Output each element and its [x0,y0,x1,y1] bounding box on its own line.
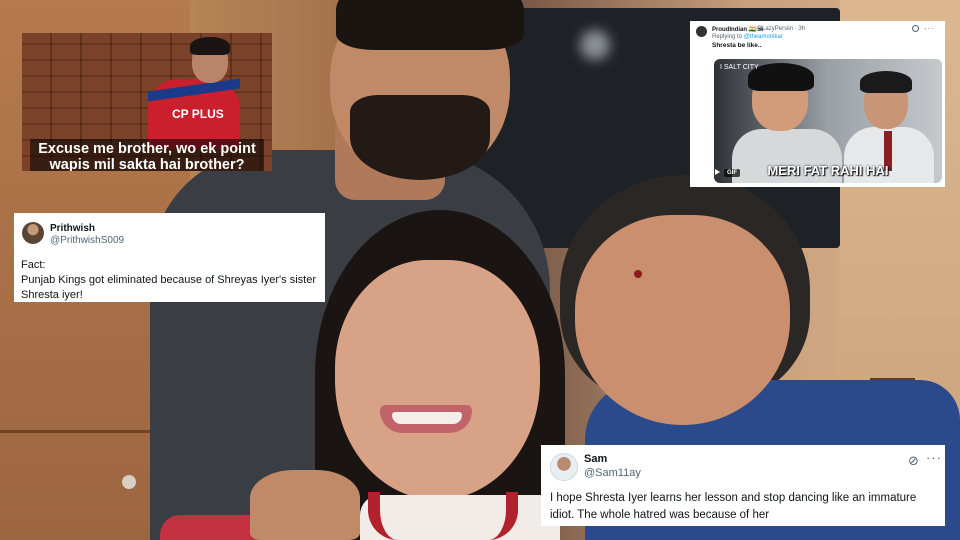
meme-caption-line1: Excuse me brother, wo ek point [38,141,256,157]
more-options-icon[interactable]: ··· [926,450,942,465]
gif-caption: MERI FAT RAHI HAI [767,163,889,178]
more-options-icon[interactable]: ··· [924,24,935,33]
tweet-author-name[interactable]: Prithwish [50,223,95,234]
gif-man2-hair [860,71,912,93]
meme-caption: Excuse me brother, wo ek point wapis mil… [30,139,264,171]
gif-media[interactable]: I SALT CITY MERI FAT RAHI HAI GIF [714,59,942,183]
avatar[interactable] [22,222,44,244]
tweet-body: Shresta be like.. [712,42,762,49]
tweet-body-line2: Punjab Kings got eliminated because of S… [21,274,316,286]
door-knob [122,475,136,489]
tweet-author-handle[interactable]: @LazyPersiin · 3h [756,26,805,32]
tweet-body: I hope Shresta Iyer learns her lesson an… [550,492,917,521]
grok-icon[interactable] [912,25,919,32]
play-icon[interactable] [715,169,720,175]
replying-handle-link[interactable]: @theamonikar [744,34,783,40]
tweet-body-line1: Fact: [21,259,46,271]
young-woman-teeth [392,412,462,424]
sponsor-logo: CP PLUS [172,107,224,121]
meme-caption-line2: wapis mil sakta hai brother? [49,157,245,171]
gif-badge: GIF [724,169,740,177]
tweet-card-sam[interactable]: Sam @Sam11ay ⊘ ··· I hope Shresta Iyer l… [541,445,945,526]
hand-on-shoulder [250,470,360,540]
avatar[interactable] [550,453,578,481]
replying-label: Replying to [712,34,743,40]
man-hair [336,0,524,50]
bindi [634,270,642,278]
comedian-hair [190,37,230,55]
tweet-body: Fact: Punjab Kings got eliminated becaus… [21,258,321,303]
tweet-body-line3: Shresta iyer! [21,289,83,301]
young-woman-face [335,260,540,500]
man-beard [350,95,490,180]
tweet-author-handle[interactable]: @PrithwishS009 [50,235,124,246]
young-woman-collar [368,492,518,540]
tweet-author-handle[interactable]: @Sam11ay [584,467,641,479]
replying-to: Replying to @theamonikar [712,34,783,40]
tweet-author-name[interactable]: Sam [584,453,607,465]
older-woman-face [575,215,790,425]
grok-icon[interactable]: ⊘ [908,453,919,469]
tv-reflection [580,30,610,60]
tweet-card-proudindian[interactable]: ProudIndian 🇮🇳 🕉 @LazyPersiin · 3h ··· R… [690,21,945,187]
gif-channel-tag: I SALT CITY [720,64,759,71]
avatar[interactable] [696,26,707,37]
tweet-card-prithwish[interactable]: Prithwish @PrithwishS009 Fact: Punjab Ki… [14,213,325,302]
meme-image-top-left: CP PLUS Excuse me brother, wo ek point w… [22,33,272,171]
